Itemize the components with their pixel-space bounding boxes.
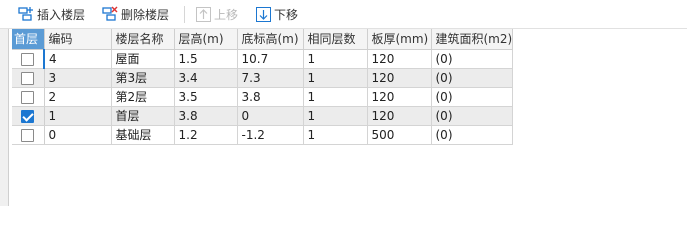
first-floor-checkbox-cell[interactable]	[12, 49, 45, 69]
table-cell[interactable]: 2	[44, 87, 112, 107]
table-cell[interactable]: (0)	[431, 49, 514, 69]
first-floor-checkbox[interactable]	[21, 129, 35, 142]
toolbar-divider	[184, 6, 185, 23]
table-cell[interactable]: 屋面	[111, 49, 175, 69]
left-panel-edge	[0, 29, 9, 206]
table-cell[interactable]: 4	[43, 49, 112, 69]
table-cell[interactable]: 1	[44, 106, 112, 126]
table-header-row: 首层 编码 楼层名称 层高(m) 底标高(m) 相同层数 板厚(mm) 建筑面积…	[12, 29, 514, 50]
insert-floor-icon	[18, 7, 33, 21]
table-cell[interactable]: 1	[303, 106, 368, 126]
first-floor-header[interactable]: 首层	[12, 29, 45, 50]
column-header[interactable]: 编码	[44, 29, 112, 50]
first-floor-checkbox-cell[interactable]	[12, 87, 45, 107]
table-cell[interactable]: 1.2	[174, 125, 238, 145]
table-cell[interactable]: (0)	[431, 87, 514, 107]
delete-floor-label: 删除楼层	[121, 7, 170, 22]
floor-table: 首层 编码 楼层名称 层高(m) 底标高(m) 相同层数 板厚(mm) 建筑面积…	[12, 29, 514, 145]
table-cell[interactable]: 0	[237, 106, 304, 126]
insert-floor-label: 插入楼层	[37, 7, 86, 22]
first-floor-checkbox[interactable]	[21, 72, 35, 85]
table-cell[interactable]: -1.2	[237, 125, 304, 145]
table-cell[interactable]: 第2层	[111, 87, 175, 107]
table-cell[interactable]: 120	[367, 49, 432, 69]
table-row[interactable]: 4 屋面 1.5 10.7 1 120 (0)	[12, 49, 514, 69]
table-cell[interactable]: (0)	[431, 106, 514, 126]
first-floor-checkbox[interactable]	[21, 110, 35, 123]
toolbar: 插入楼层 删除楼层 上移 下移	[0, 0, 687, 29]
insert-floor-button[interactable]: 插入楼层	[18, 4, 85, 24]
column-header[interactable]: 楼层名称	[111, 29, 175, 50]
table-cell[interactable]: 3.4	[174, 68, 238, 88]
column-header[interactable]: 相同层数	[303, 29, 368, 50]
move-up-button[interactable]: 上移	[196, 4, 238, 24]
floor-grid-area: 首层 编码 楼层名称 层高(m) 底标高(m) 相同层数 板厚(mm) 建筑面积…	[0, 29, 687, 206]
table-cell[interactable]: 10.7	[237, 49, 304, 69]
first-floor-checkbox[interactable]	[21, 91, 35, 104]
arrow-up-icon	[196, 6, 211, 22]
table-cell[interactable]: 第3层	[111, 68, 175, 88]
table-row[interactable]: 3 第3层 3.4 7.3 1 120 (0)	[12, 68, 514, 88]
table-row[interactable]: 0 基础层 1.2 -1.2 1 500 (0)	[12, 125, 514, 145]
column-header[interactable]: 底标高(m)	[237, 29, 304, 50]
table-cell[interactable]: (0)	[431, 125, 514, 145]
table-cell[interactable]: 1	[303, 68, 368, 88]
table-cell[interactable]: 3.8	[237, 87, 304, 107]
column-header[interactable]: 板厚(mm)	[367, 29, 432, 50]
first-floor-checkbox-cell[interactable]	[12, 125, 45, 145]
move-down-button[interactable]: 下移	[256, 4, 298, 24]
move-down-label: 下移	[274, 7, 299, 22]
table-cell[interactable]: 3.5	[174, 87, 238, 107]
first-floor-checkbox-cell[interactable]	[12, 106, 45, 126]
delete-floor-button[interactable]: 删除楼层	[102, 4, 169, 24]
table-row[interactable]: 2 第2层 3.5 3.8 1 120 (0)	[12, 87, 514, 107]
table-cell[interactable]: 120	[367, 106, 432, 126]
table-cell[interactable]: 1	[303, 49, 368, 69]
table-cell[interactable]: 首层	[111, 106, 175, 126]
delete-floor-icon	[102, 6, 118, 21]
table-cell[interactable]: 500	[367, 125, 432, 145]
table-cell[interactable]: 1	[303, 87, 368, 107]
arrow-down-icon	[256, 6, 271, 22]
move-up-label: 上移	[214, 7, 239, 22]
table-cell[interactable]: 0	[44, 125, 112, 145]
first-floor-checkbox-cell[interactable]	[12, 68, 45, 88]
table-cell[interactable]: 3	[44, 68, 112, 88]
column-header[interactable]: 层高(m)	[174, 29, 238, 50]
table-cell[interactable]: 基础层	[111, 125, 175, 145]
first-floor-checkbox[interactable]	[21, 53, 34, 66]
table-cell[interactable]: 120	[367, 68, 432, 88]
column-header[interactable]: 建筑面积(m2)	[431, 29, 514, 50]
table-cell[interactable]: 120	[367, 87, 432, 107]
table-cell[interactable]: (0)	[431, 68, 514, 88]
table-cell[interactable]: 1	[303, 125, 368, 145]
table-cell[interactable]: 3.8	[174, 106, 238, 126]
table-row[interactable]: 1 首层 3.8 0 1 120 (0)	[12, 106, 514, 126]
table-cell[interactable]: 1.5	[174, 49, 238, 69]
table-cell[interactable]: 7.3	[237, 68, 304, 88]
